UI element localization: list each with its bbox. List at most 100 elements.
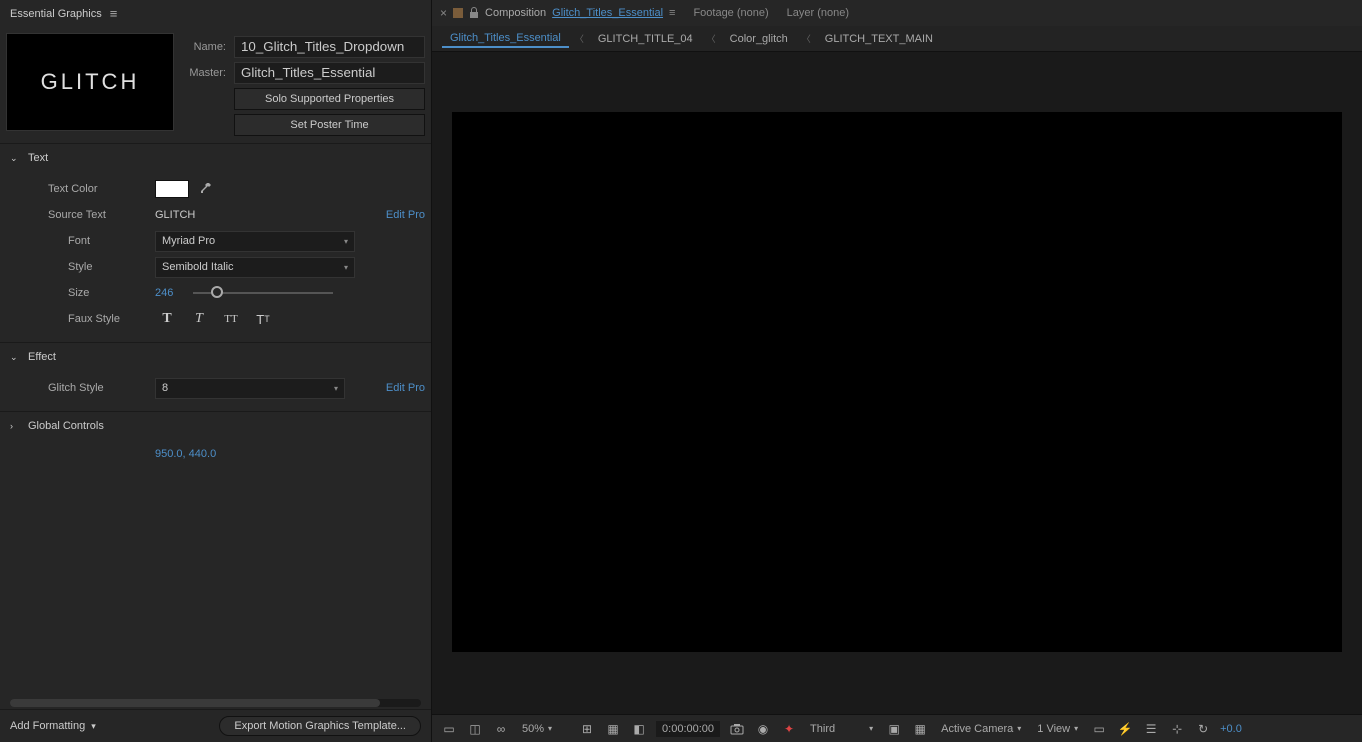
chevron-down-icon: ▾ bbox=[334, 384, 338, 393]
chevron-down-icon: ▾ bbox=[344, 263, 348, 272]
coord-y[interactable]: 440.0 bbox=[189, 448, 217, 460]
footage-tab[interactable]: Footage (none) bbox=[693, 7, 768, 19]
effect-section: ⌄ Effect Glitch Style 8 ▾ Edit Pro bbox=[0, 342, 431, 411]
master-input[interactable] bbox=[234, 62, 425, 84]
chevron-down-icon: ▾ bbox=[548, 724, 552, 733]
text-color-swatch[interactable] bbox=[155, 180, 189, 198]
footage-label: Footage (none) bbox=[693, 7, 768, 19]
close-icon[interactable]: × bbox=[440, 6, 447, 20]
view-layout-dropdown[interactable]: 1 View ▾ bbox=[1033, 723, 1082, 735]
exposure-value[interactable]: +0.0 bbox=[1220, 723, 1242, 735]
viewer-bottom-bar: ▭ ◫ ∞ 50% ▾ ⊞ ▦ ◧ 0:00:00:00 ◉ ✦ Third ▾… bbox=[432, 714, 1362, 742]
canvas-area[interactable] bbox=[452, 112, 1342, 652]
faux-bold-button[interactable]: T bbox=[155, 309, 179, 329]
style-label: Style bbox=[10, 261, 155, 273]
chevron-down-icon: ▾ bbox=[91, 721, 96, 732]
effect-section-header[interactable]: ⌄ Effect bbox=[0, 343, 431, 371]
global-controls-title: Global Controls bbox=[28, 420, 104, 432]
slider-thumb[interactable] bbox=[211, 286, 223, 298]
chevron-left-icon: 〈 bbox=[575, 32, 584, 45]
position-coords[interactable]: 950.0, 440.0 bbox=[0, 440, 431, 468]
text-section-header[interactable]: ⌄ Text bbox=[0, 144, 431, 172]
poster-thumbnail[interactable]: GLITCH bbox=[6, 33, 174, 131]
breadcrumb-item[interactable]: GLITCH_TITLE_04 bbox=[590, 31, 701, 47]
chevron-down-icon: ▾ bbox=[1074, 724, 1078, 733]
composition-panel: × Composition Glitch_Titles_Essential ≡ … bbox=[432, 0, 1362, 742]
chevron-left-icon: 〈 bbox=[707, 32, 716, 45]
flowchart-icon[interactable]: ⊹ bbox=[1168, 720, 1186, 738]
tab-prefix: Composition bbox=[485, 7, 546, 19]
panel-header: Essential Graphics ≡ bbox=[0, 0, 431, 27]
thumbnail-text: GLITCH bbox=[41, 69, 140, 95]
composition-tab[interactable]: × Composition Glitch_Titles_Essential ≡ bbox=[440, 6, 675, 20]
solo-properties-button[interactable]: Solo Supported Properties bbox=[234, 88, 425, 110]
export-template-button[interactable]: Export Motion Graphics Template... bbox=[219, 716, 421, 736]
panel-menu-icon[interactable]: ≡ bbox=[110, 6, 118, 21]
edit-properties-link[interactable]: Edit Pro bbox=[386, 209, 425, 221]
cursor-icon[interactable]: ▭ bbox=[440, 720, 458, 738]
lock-icon[interactable] bbox=[469, 7, 479, 19]
layer-tab[interactable]: Layer (none) bbox=[787, 7, 849, 19]
font-style-dropdown[interactable]: Semibold Italic ▾ bbox=[155, 257, 355, 278]
show-snapshot-icon[interactable]: ◉ bbox=[754, 720, 772, 738]
flowchart-breadcrumbs: Glitch_Titles_Essential 〈 GLITCH_TITLE_0… bbox=[432, 26, 1362, 52]
timecode[interactable]: 0:00:00:00 bbox=[656, 721, 720, 737]
global-controls-section: › Global Controls bbox=[0, 411, 431, 440]
coord-x[interactable]: 950.0 bbox=[155, 448, 183, 460]
breadcrumb-item[interactable]: Color_glitch bbox=[722, 31, 796, 47]
name-label: Name: bbox=[182, 41, 234, 53]
timeline-icon[interactable]: ☰ bbox=[1142, 720, 1160, 738]
set-poster-time-button[interactable]: Set Poster Time bbox=[234, 114, 425, 136]
scrollbar-thumb[interactable] bbox=[10, 699, 380, 707]
name-input[interactable] bbox=[234, 36, 425, 58]
breadcrumb-item[interactable]: GLITCH_TEXT_MAIN bbox=[817, 31, 941, 47]
layer-marker-icon bbox=[453, 8, 463, 18]
global-controls-header[interactable]: › Global Controls bbox=[0, 412, 431, 440]
chevron-down-icon: ▾ bbox=[869, 724, 873, 733]
chevron-down-icon: ▾ bbox=[344, 237, 348, 246]
camera-dropdown[interactable]: Active Camera ▾ bbox=[937, 723, 1025, 735]
chevron-down-icon: ⌄ bbox=[10, 153, 22, 164]
text-section: ⌄ Text Text Color Source Text GL bbox=[0, 143, 431, 342]
channel-icon[interactable]: ◧ bbox=[630, 720, 648, 738]
vr-icon[interactable]: ∞ bbox=[492, 720, 510, 738]
panel-title: Essential Graphics bbox=[10, 8, 102, 20]
font-value: Myriad Pro bbox=[162, 235, 215, 247]
composition-viewer[interactable] bbox=[432, 52, 1362, 714]
size-slider[interactable] bbox=[193, 292, 333, 294]
edit-properties-link[interactable]: Edit Pro bbox=[386, 382, 425, 394]
transparency-grid-icon[interactable]: ▦ bbox=[911, 720, 929, 738]
horizontal-scrollbar[interactable] bbox=[10, 699, 421, 707]
fast-preview-icon[interactable]: ⚡ bbox=[1116, 720, 1134, 738]
source-text-value[interactable]: GLITCH bbox=[155, 209, 195, 221]
essential-graphics-panel: Essential Graphics ≡ GLITCH Name: Master… bbox=[0, 0, 432, 742]
zoom-dropdown[interactable]: 50% ▾ bbox=[518, 723, 556, 735]
chevron-right-icon: › bbox=[10, 421, 22, 431]
add-formatting-dropdown[interactable]: Add Formatting ▾ bbox=[10, 720, 96, 732]
color-management-icon[interactable]: ✦ bbox=[780, 720, 798, 738]
roi-icon[interactable]: ▣ bbox=[885, 720, 903, 738]
master-label: Master: bbox=[182, 67, 234, 79]
panel-menu-icon[interactable]: ≡ bbox=[669, 7, 675, 19]
chevron-down-icon: ⌄ bbox=[10, 352, 22, 363]
chevron-left-icon: 〈 bbox=[802, 32, 811, 45]
resolution-dropdown[interactable]: Third ▾ bbox=[806, 723, 877, 735]
breadcrumb-item[interactable]: Glitch_Titles_Essential bbox=[442, 30, 569, 48]
size-value[interactable]: 246 bbox=[155, 287, 173, 299]
safe-zones-icon[interactable]: ⊞ bbox=[578, 720, 596, 738]
reset-exposure-icon[interactable]: ↻ bbox=[1194, 720, 1212, 738]
font-dropdown[interactable]: Myriad Pro ▾ bbox=[155, 231, 355, 252]
source-text-label: Source Text bbox=[10, 209, 155, 221]
snapshot-icon[interactable] bbox=[728, 720, 746, 738]
faux-italic-button[interactable]: T bbox=[187, 309, 211, 329]
pixel-aspect-icon[interactable]: ▭ bbox=[1090, 720, 1108, 738]
style-value: Semibold Italic bbox=[162, 261, 234, 273]
glitch-style-dropdown[interactable]: 8 ▾ bbox=[155, 378, 345, 399]
eyedropper-icon[interactable] bbox=[197, 181, 213, 197]
size-label: Size bbox=[10, 287, 155, 299]
all-caps-button[interactable]: TT bbox=[219, 309, 243, 329]
tab-comp-name: Glitch_Titles_Essential bbox=[552, 7, 663, 19]
mask-icon[interactable]: ◫ bbox=[466, 720, 484, 738]
grid-icon[interactable]: ▦ bbox=[604, 720, 622, 738]
small-caps-button[interactable]: TT bbox=[251, 309, 275, 329]
